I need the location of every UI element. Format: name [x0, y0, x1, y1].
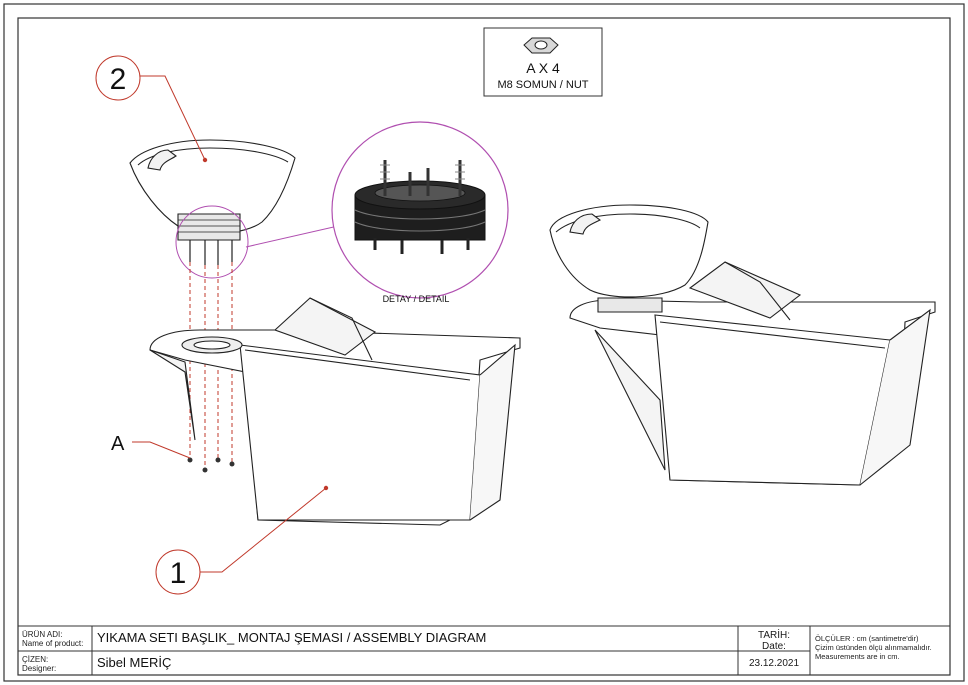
nut-icon: [523, 37, 559, 54]
callout-2-number: 2: [110, 63, 127, 96]
assembled-chair: [549, 204, 936, 486]
basin-head-part: [129, 139, 296, 241]
nut-group: [187, 457, 235, 473]
date-label-tr: TARİH:: [757, 630, 791, 641]
product-name-label-tr: ÜRÜN ADI:: [22, 630, 63, 639]
designer-label: ÇİZEN: Designer:: [22, 655, 56, 673]
notes-units: ÖLÇÜLER : cm (santimetre'dir): [815, 634, 919, 643]
date-value: 23.12.2021: [748, 658, 800, 669]
assembly-drawing: A X 4 M8 SOMUN / NUT 2 1 A DETAY / DETAI…: [3, 3, 965, 682]
detail-leader: [245, 225, 339, 248]
notes-warning: Çizim üstünden ölçü alınmamalıdır.: [815, 643, 932, 652]
detail-view: [331, 121, 509, 299]
notes-units-en: Measurements are in cm.: [815, 652, 900, 661]
date-label-en: Date:: [762, 641, 786, 652]
product-name-value: YIKAMA SETI BAŞLIK_ MONTAJ ŞEMASI / ASSE…: [97, 630, 487, 645]
designer-label-tr: ÇİZEN:: [22, 655, 49, 664]
callout-a-letter: A: [111, 433, 125, 455]
bolt-group-basin: [189, 240, 233, 265]
designer-value: Sibel MERİÇ: [97, 655, 172, 670]
hardware-box: A X 4 M8 SOMUN / NUT: [483, 27, 603, 97]
hardware-quantity: A X 4: [526, 60, 560, 76]
product-name-label: ÜRÜN ADI: Name of product:: [22, 630, 83, 648]
hardware-description: M8 SOMUN / NUT: [497, 79, 588, 91]
notes: ÖLÇÜLER : cm (santimetre'dir) Çizim üstü…: [815, 634, 932, 661]
detail-label: DETAY / DETAIL: [383, 294, 450, 304]
product-name-label-en: Name of product:: [22, 639, 84, 648]
designer-label-en: Designer:: [22, 664, 57, 673]
callout-a: A: [111, 433, 191, 459]
date-label: TARİH: Date:: [738, 630, 810, 652]
callout-1-number: 1: [170, 557, 187, 590]
chair-body-part: [149, 297, 521, 526]
